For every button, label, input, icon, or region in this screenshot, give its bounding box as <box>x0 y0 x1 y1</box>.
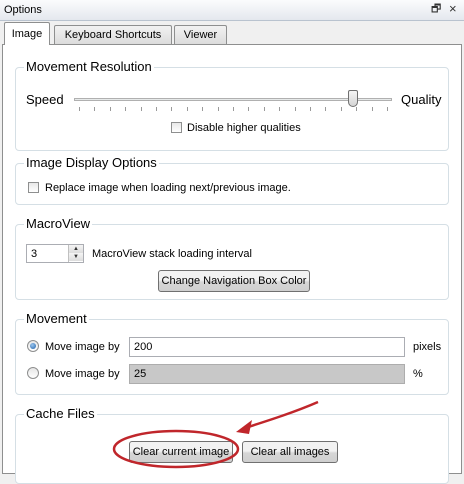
tab-image[interactable]: Image <box>4 22 50 45</box>
group-movement-resolution: Movement Resolution Speed Quality Disabl… <box>15 59 449 151</box>
interval-spinbox[interactable]: 3 ▲ ▼ <box>26 244 84 263</box>
slider-tick <box>295 107 296 111</box>
slider-tick <box>387 107 388 111</box>
group-cache-files: Cache Files Clear current image Clear al… <box>15 406 449 484</box>
move-pixels-input[interactable]: 200 <box>129 337 405 357</box>
move-percent-input: 25 <box>129 364 405 384</box>
slider-tick <box>202 107 203 111</box>
slider-track <box>74 98 392 101</box>
window-titlebar: Options 🗗 × <box>0 0 464 21</box>
move-percent-value: 25 <box>134 368 147 380</box>
group-title: Movement Resolution <box>24 59 154 75</box>
group-image-display: Image Display Options Replace image when… <box>15 155 449 205</box>
slider-tick <box>171 107 172 111</box>
group-title: MacroView <box>24 216 93 232</box>
replace-image-label: Replace image when loading next/previous… <box>45 182 291 194</box>
replace-image-checkbox[interactable] <box>28 182 39 193</box>
move-pixels-radio[interactable] <box>27 340 39 352</box>
slider-tick <box>233 107 234 111</box>
restore-icon[interactable]: 🗗 <box>431 3 441 16</box>
disable-higher-label: Disable higher qualities <box>187 122 301 134</box>
group-title: Cache Files <box>24 406 97 422</box>
slider-tick <box>79 107 80 111</box>
slider-tick <box>356 107 357 111</box>
close-icon[interactable]: × <box>449 2 457 15</box>
move-percent-radio[interactable] <box>27 367 39 379</box>
pixels-unit-label: pixels <box>413 341 442 353</box>
tab-keyboard-shortcuts[interactable]: Keyboard Shortcuts <box>54 25 172 44</box>
group-title: Movement <box>24 311 89 327</box>
slider-tick <box>94 107 95 111</box>
move-percent-label: Move image by <box>45 368 120 380</box>
slider-tick <box>372 107 373 111</box>
slider-tick <box>125 107 126 111</box>
interval-value: 3 <box>31 248 38 260</box>
spin-up-icon[interactable]: ▲ <box>69 245 83 253</box>
slider-tick <box>279 107 280 111</box>
clear-all-images-button[interactable]: Clear all images <box>242 441 338 463</box>
slider-tick <box>218 107 219 111</box>
change-nav-color-button[interactable]: Change Navigation Box Color <box>158 270 310 292</box>
move-pixels-label: Move image by <box>45 341 120 353</box>
resolution-slider[interactable] <box>74 90 392 112</box>
group-title: Image Display Options <box>24 155 159 171</box>
interval-label: MacroView stack loading interval <box>92 248 252 260</box>
window-title: Options <box>4 4 42 16</box>
spin-buttons[interactable]: ▲ ▼ <box>68 245 83 262</box>
slider-tick <box>156 107 157 111</box>
speed-label: Speed <box>26 92 64 107</box>
quality-label: Quality <box>401 92 442 107</box>
spin-down-icon[interactable]: ▼ <box>69 253 83 261</box>
slider-tick <box>110 107 111 111</box>
disable-higher-checkbox[interactable] <box>171 122 182 133</box>
group-movement: Movement Move image by 200 pixels Move i… <box>15 311 449 395</box>
slider-tick <box>264 107 265 111</box>
slider-tick <box>341 107 342 111</box>
move-pixels-value: 200 <box>134 341 153 353</box>
clear-current-image-button[interactable]: Clear current image <box>129 441 233 463</box>
slider-tick <box>141 107 142 111</box>
tab-viewer[interactable]: Viewer <box>174 25 227 44</box>
slider-tick <box>325 107 326 111</box>
slider-thumb[interactable] <box>348 90 358 107</box>
group-macroview: MacroView 3 ▲ ▼ MacroView stack loading … <box>15 216 449 300</box>
slider-tick <box>187 107 188 111</box>
tab-panel-image: Movement Resolution Speed Quality Disabl… <box>2 44 462 484</box>
slider-tick <box>310 107 311 111</box>
percent-unit-label: % <box>413 368 423 380</box>
slider-tick <box>248 107 249 111</box>
tab-strip: Image Keyboard Shortcuts Viewer <box>0 21 464 45</box>
